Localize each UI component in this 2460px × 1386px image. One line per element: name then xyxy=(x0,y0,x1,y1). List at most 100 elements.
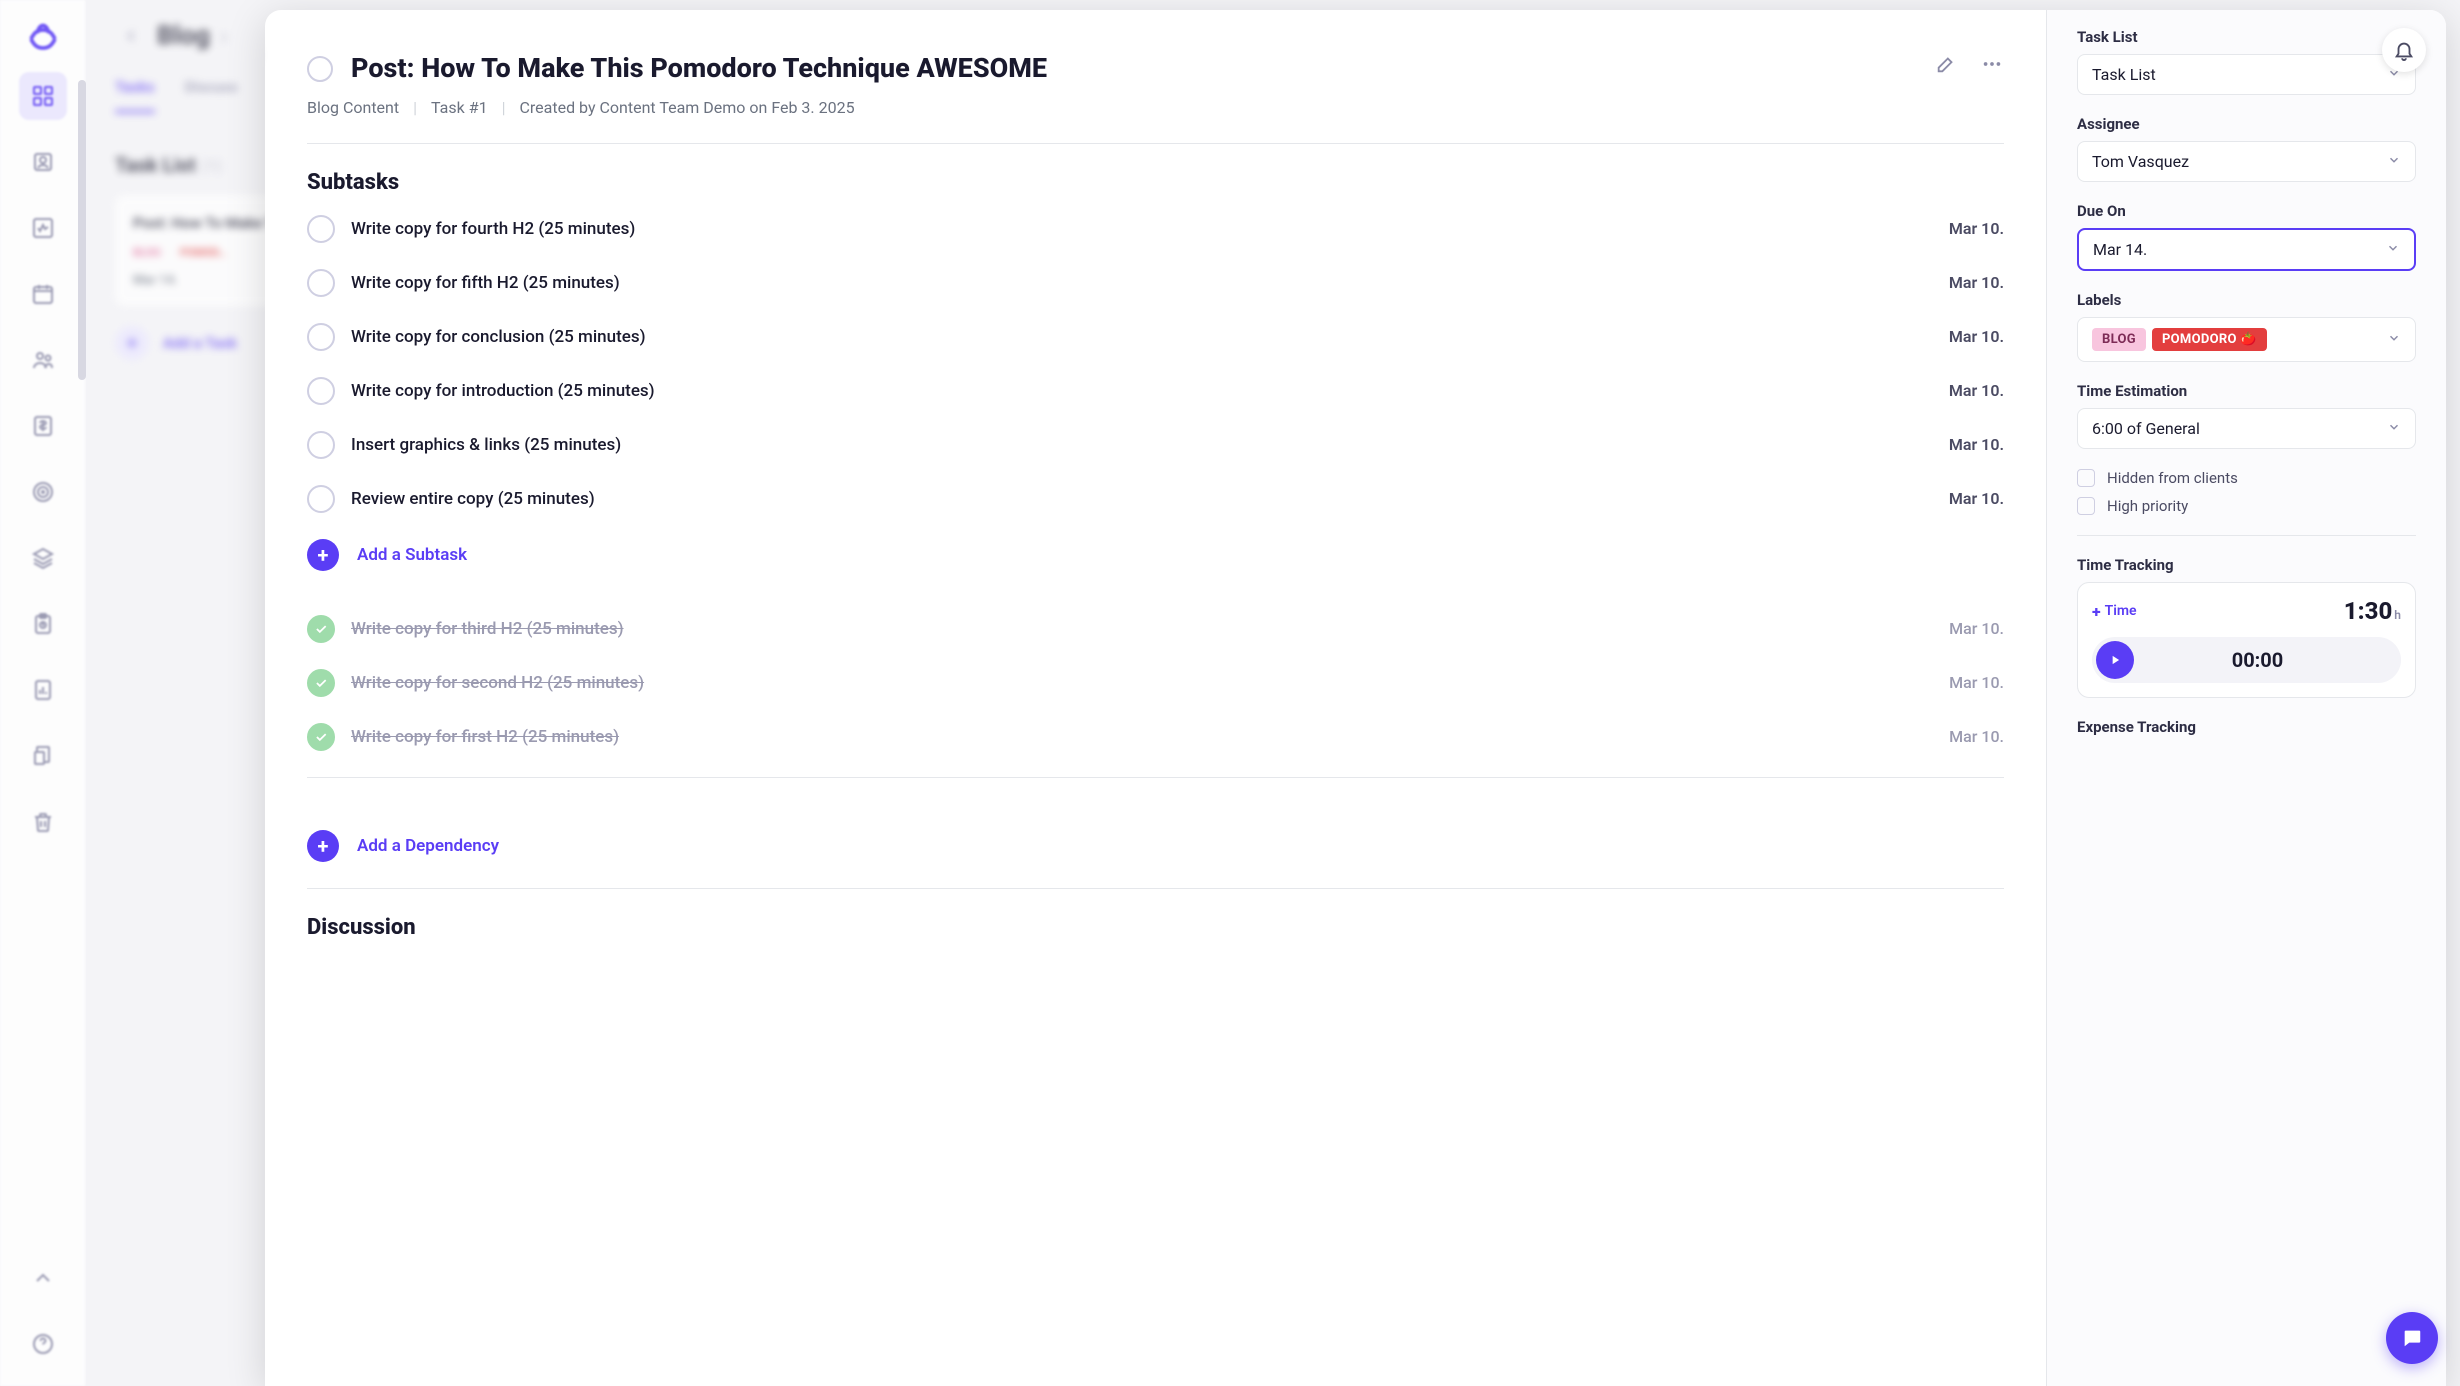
subtask-label: Write copy for second H2 (25 minutes) xyxy=(351,673,1933,693)
labels-select[interactable]: BLOG POMODORO 🍅 xyxy=(2077,317,2416,362)
time-tracking-card: + Time 1:30h 00:00 xyxy=(2077,582,2416,698)
chevron-down-icon xyxy=(2387,152,2401,171)
sidebar-item-team[interactable] xyxy=(19,336,67,384)
hidden-from-clients-label: Hidden from clients xyxy=(2107,469,2238,487)
sidebar-collapse[interactable] xyxy=(19,1254,67,1302)
plus-icon: + xyxy=(307,830,339,862)
task-number: Task #1 xyxy=(431,98,488,117)
task-list-label: Task List xyxy=(2077,28,2416,46)
sidebar-item-dashboard[interactable] xyxy=(19,72,67,120)
subtask-checkbox-done[interactable] xyxy=(307,669,335,697)
subtask-label: Review entire copy (25 minutes) xyxy=(351,489,1933,509)
task-created-by: Created by Content Team Demo on Feb 3. 2… xyxy=(519,98,854,117)
subtask-date: Mar 10. xyxy=(1949,273,2004,292)
subtask-checkbox[interactable] xyxy=(307,377,335,405)
sidebar-item-billing[interactable] xyxy=(19,402,67,450)
back-icon[interactable] xyxy=(115,20,147,52)
subtask-date: Mar 10. xyxy=(1949,219,2004,238)
label-tag-pomodoro[interactable]: POMODORO 🍅 xyxy=(2152,328,2267,351)
sidebar-item-trash[interactable] xyxy=(19,798,67,846)
list-title: Task List xyxy=(115,153,196,177)
subtask-row-completed[interactable]: Write copy for second H2 (25 minutes) Ma… xyxy=(307,669,2004,697)
sidebar xyxy=(0,0,85,1386)
sidebar-help[interactable] xyxy=(19,1320,67,1368)
time-tracking-label: Time Tracking xyxy=(2077,556,2416,574)
subtask-label: Write copy for first H2 (25 minutes) xyxy=(351,727,1933,747)
subtask-date: Mar 10. xyxy=(1949,327,2004,346)
discussion-heading: Discussion xyxy=(307,915,2004,940)
assignee-select[interactable]: Tom Vasquez xyxy=(2077,141,2416,182)
high-priority-checkbox[interactable] xyxy=(2077,497,2095,515)
tab-discuss[interactable]: Discuss xyxy=(185,78,238,113)
sidebar-item-activity[interactable] xyxy=(19,204,67,252)
subtask-row[interactable]: Review entire copy (25 minutes) Mar 10. xyxy=(307,485,2004,513)
plus-icon: + xyxy=(307,539,339,571)
timer-value: 00:00 xyxy=(2148,648,2397,672)
sidebar-item-reports[interactable] xyxy=(19,666,67,714)
task-modal: Post: How To Make This Pomodoro Techniqu… xyxy=(265,10,2446,1386)
task-project[interactable]: Blog Content xyxy=(307,98,399,117)
subtask-row[interactable]: Write copy for conclusion (25 minutes) M… xyxy=(307,323,2004,351)
time-estimation-select[interactable]: 6:00 of General xyxy=(2077,408,2416,449)
subtask-date: Mar 10. xyxy=(1949,381,2004,400)
task-list-select[interactable]: Task List xyxy=(2077,54,2416,95)
expense-tracking-label: Expense Tracking xyxy=(2077,718,2416,736)
plus-icon xyxy=(115,326,149,360)
timer-play-button[interactable] xyxy=(2096,641,2134,679)
sidebar-item-target[interactable] xyxy=(19,468,67,516)
tab-tasks[interactable]: Tasks xyxy=(115,78,155,113)
subtask-checkbox[interactable] xyxy=(307,269,335,297)
subtask-date: Mar 10. xyxy=(1949,673,2004,692)
sidebar-item-layers[interactable] xyxy=(19,534,67,582)
more-menu-icon[interactable] xyxy=(1980,52,2004,76)
high-priority-label: High priority xyxy=(2107,497,2188,515)
subtask-row-completed[interactable]: Write copy for third H2 (25 minutes) Mar… xyxy=(307,615,2004,643)
subtask-date: Mar 10. xyxy=(1949,619,2004,638)
app-logo xyxy=(25,18,61,54)
subtask-checkbox-done[interactable] xyxy=(307,723,335,751)
edit-icon[interactable] xyxy=(1934,52,1958,76)
subtask-checkbox[interactable] xyxy=(307,485,335,513)
sidebar-item-calendar[interactable] xyxy=(19,270,67,318)
subtask-checkbox[interactable] xyxy=(307,431,335,459)
due-on-label: Due On xyxy=(2077,202,2416,220)
subtask-label: Write copy for fifth H2 (25 minutes) xyxy=(351,273,1933,293)
subtask-date: Mar 10. xyxy=(1949,727,2004,746)
subtask-checkbox[interactable] xyxy=(307,323,335,351)
project-title: Blog xyxy=(157,21,210,51)
chat-fab[interactable] xyxy=(2386,1312,2438,1364)
subtask-label: Write copy for third H2 (25 minutes) xyxy=(351,619,1933,639)
time-estimation-label: Time Estimation xyxy=(2077,382,2416,400)
subtask-label: Write copy for introduction (25 minutes) xyxy=(351,381,1933,401)
subtask-row[interactable]: Write copy for fifth H2 (25 minutes) Mar… xyxy=(307,269,2004,297)
add-subtask[interactable]: + Add a Subtask xyxy=(307,539,2004,571)
label-tag-blog[interactable]: BLOG xyxy=(2092,328,2146,351)
due-on-select[interactable]: Mar 14. xyxy=(2077,228,2416,271)
notifications-button[interactable] xyxy=(2382,28,2426,72)
add-time-button[interactable]: + Time xyxy=(2092,602,2137,621)
task-title[interactable]: Post: How To Make This Pomodoro Techniqu… xyxy=(351,52,1916,86)
subtask-row[interactable]: Write copy for introduction (25 minutes)… xyxy=(307,377,2004,405)
time-total: 1:30 xyxy=(2344,597,2393,625)
add-dependency[interactable]: + Add a Dependency xyxy=(307,830,2004,862)
list-count: (1) xyxy=(202,156,222,175)
subtask-label: Write copy for fourth H2 (25 minutes) xyxy=(351,219,1933,239)
assignee-label: Assignee xyxy=(2077,115,2416,133)
chevron-down-icon xyxy=(2387,419,2401,438)
subtask-label: Write copy for conclusion (25 minutes) xyxy=(351,327,1933,347)
subtask-label: Insert graphics & links (25 minutes) xyxy=(351,435,1933,455)
subtask-checkbox-done[interactable] xyxy=(307,615,335,643)
hidden-from-clients-checkbox[interactable] xyxy=(2077,469,2095,487)
sidebar-item-profile[interactable] xyxy=(19,138,67,186)
task-complete-checkbox[interactable] xyxy=(307,56,333,82)
subtask-row[interactable]: Insert graphics & links (25 minutes) Mar… xyxy=(307,431,2004,459)
subtask-row-completed[interactable]: Write copy for first H2 (25 minutes) Mar… xyxy=(307,723,2004,751)
subtask-date: Mar 10. xyxy=(1949,435,2004,454)
sidebar-item-clipboard[interactable] xyxy=(19,600,67,648)
sidebar-item-docs[interactable] xyxy=(19,732,67,780)
chevron-down-icon xyxy=(2386,240,2400,259)
subtasks-heading: Subtasks xyxy=(307,170,2004,195)
subtask-checkbox[interactable] xyxy=(307,215,335,243)
subtask-row[interactable]: Write copy for fourth H2 (25 minutes) Ma… xyxy=(307,215,2004,243)
chevron-down-icon xyxy=(2387,330,2401,349)
